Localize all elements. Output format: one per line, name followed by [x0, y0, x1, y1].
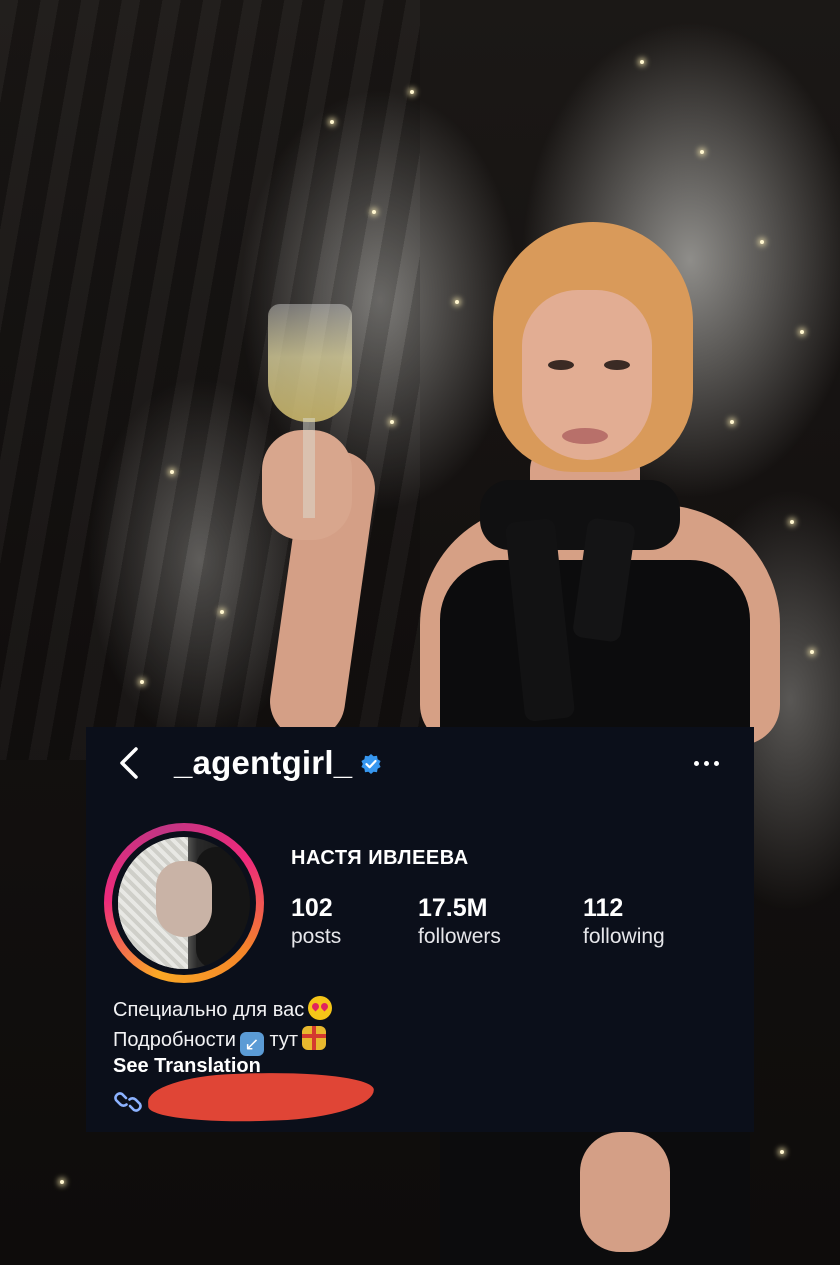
fairy-light — [140, 680, 144, 684]
fairy-light — [730, 420, 734, 424]
lips — [562, 428, 608, 444]
fairy-light — [372, 210, 376, 214]
posts-count: 102 — [291, 894, 333, 922]
fairy-light — [640, 60, 644, 64]
fairy-light — [760, 240, 764, 244]
bio-text: тут — [269, 1029, 299, 1051]
more-horizontal-icon — [704, 761, 709, 766]
fairy-light — [220, 610, 224, 614]
fairy-light — [790, 520, 794, 524]
profile-username: _agentgirl_ — [174, 744, 353, 781]
bio-line: Подробности ↙ тут — [113, 1025, 332, 1056]
eye — [548, 360, 574, 370]
black-drape — [0, 0, 420, 760]
bio-text: Специально для вас — [113, 999, 305, 1021]
profile-full-name: НАСТЯ ИВЛЕЕВА — [291, 847, 469, 869]
glass-stem — [303, 418, 315, 518]
heart-eyes-emoji-icon — [308, 996, 333, 1020]
link-icon — [114, 1092, 142, 1112]
posts-label: posts — [291, 925, 342, 948]
bio-text: Подробности — [113, 1029, 236, 1051]
following-label: following — [583, 925, 665, 948]
following-stat[interactable]: 112 following — [583, 893, 665, 951]
fairy-light — [390, 420, 394, 424]
fairy-light — [330, 120, 334, 124]
fairy-light — [410, 90, 414, 94]
fairy-light — [700, 150, 704, 154]
fairy-light — [800, 330, 804, 334]
arrow-down-left-emoji-icon: ↙ — [239, 1032, 264, 1056]
verified-badge-icon — [361, 754, 381, 774]
bio-line: Специально для вас — [113, 995, 333, 1025]
followers-label: followers — [418, 925, 501, 948]
champagne-glass — [268, 304, 352, 422]
gift-emoji-icon — [302, 1026, 327, 1050]
back-button[interactable] — [116, 745, 146, 781]
profile-bio: Специально для вас Подробности ↙ тут — [113, 995, 333, 1056]
more-horizontal-icon — [714, 761, 719, 766]
hand — [580, 1132, 670, 1252]
eye — [604, 360, 630, 370]
following-count: 112 — [583, 894, 624, 922]
story-ring[interactable] — [104, 823, 264, 983]
profile-card: _agentgirl_ НАСТЯ ИВЛЕЕВА 102 posts 17.5… — [86, 727, 754, 1132]
fairy-light — [810, 650, 814, 654]
avatar — [118, 837, 250, 969]
posts-stat[interactable]: 102 posts — [291, 893, 341, 951]
followers-count: 17.5M — [418, 894, 488, 922]
chevron-left-icon — [120, 747, 138, 779]
fairy-light — [455, 300, 459, 304]
followers-stat[interactable]: 17.5M followers — [418, 893, 501, 951]
avatar-face — [156, 861, 212, 937]
more-options-button[interactable] — [690, 749, 726, 777]
fairy-light — [60, 1180, 64, 1184]
more-horizontal-icon — [694, 761, 699, 766]
fairy-light — [170, 470, 174, 474]
fairy-light — [780, 1150, 784, 1154]
